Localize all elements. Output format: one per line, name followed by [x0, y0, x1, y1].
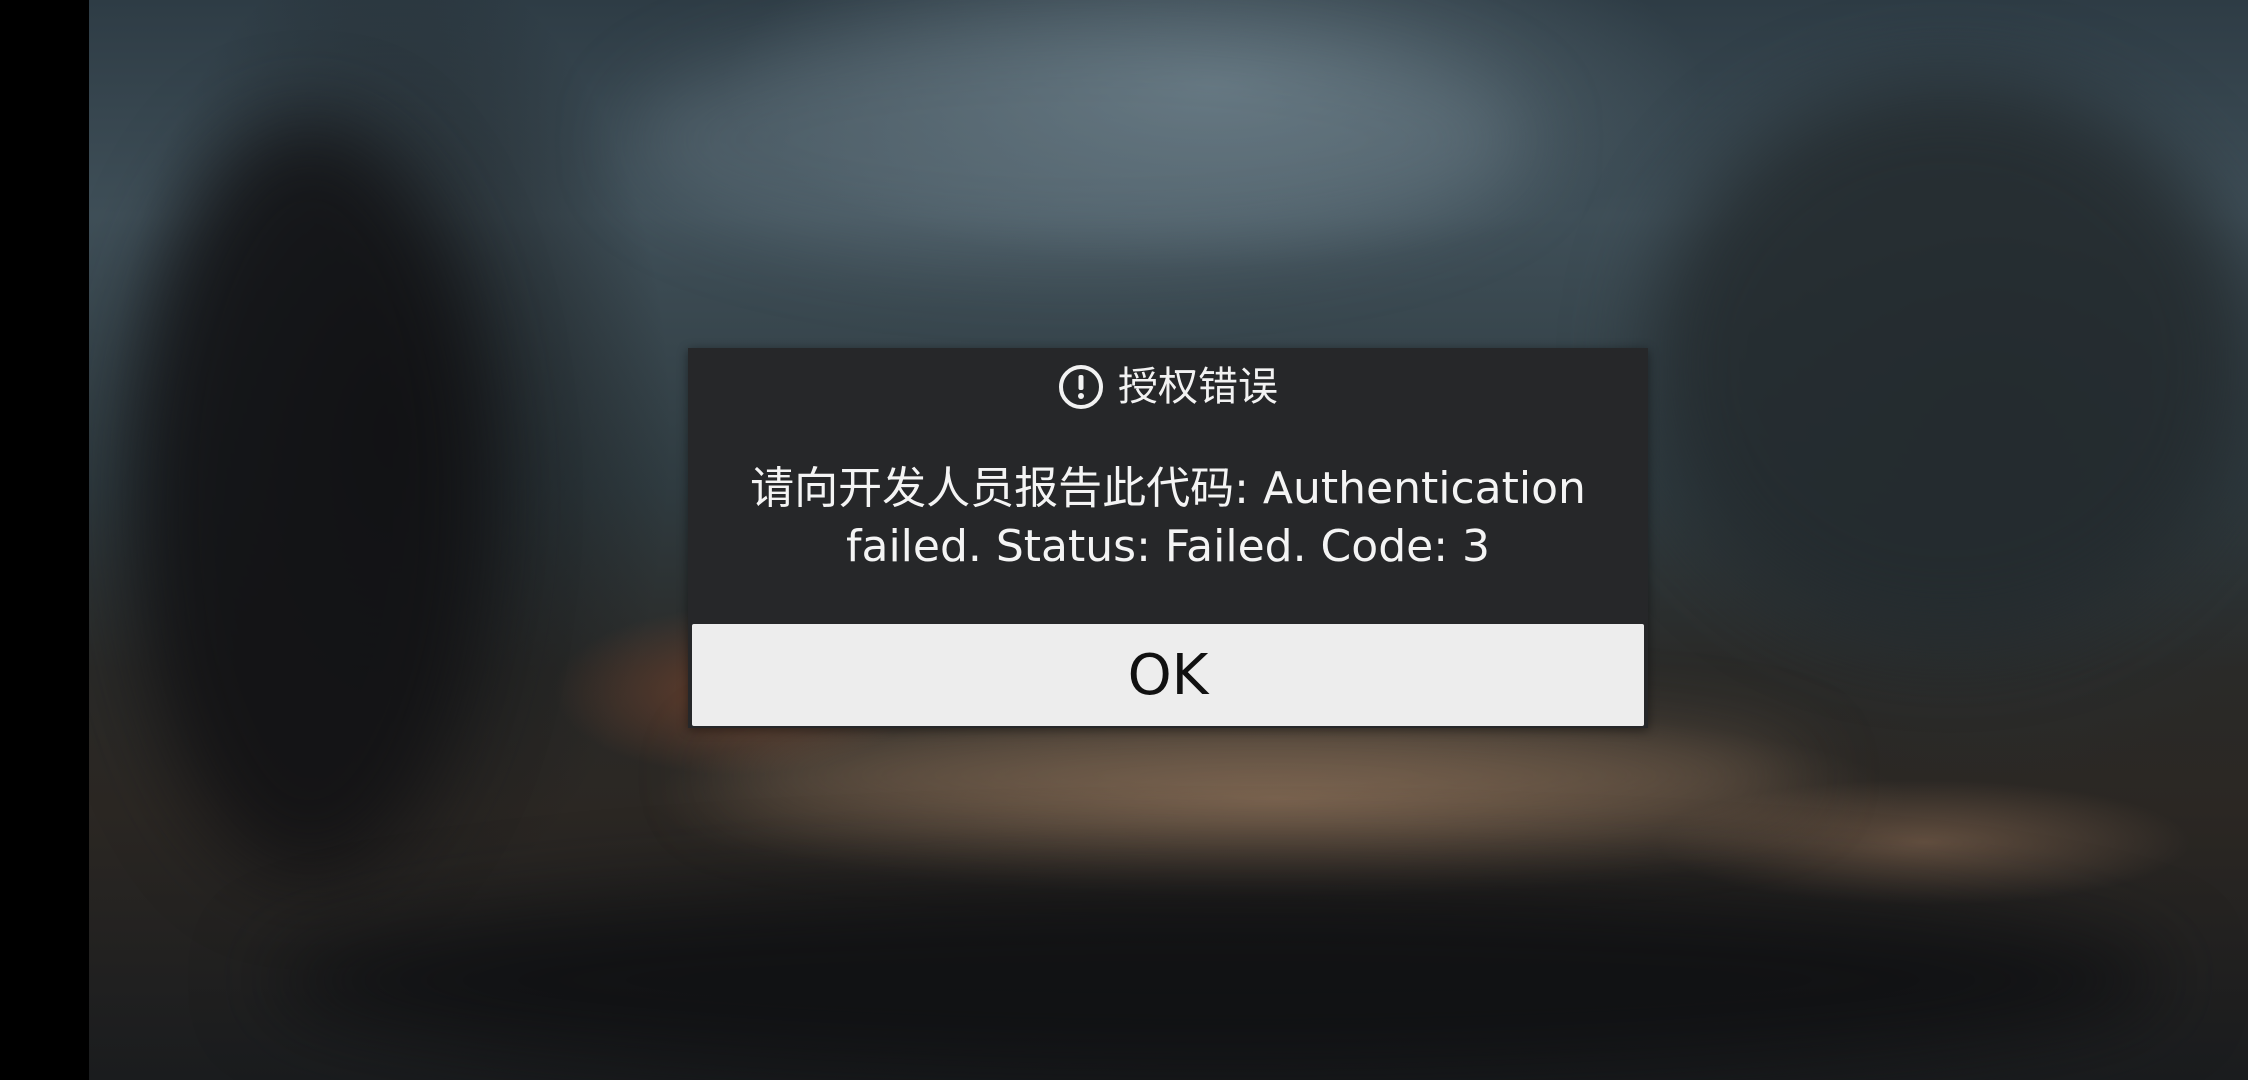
background-shape	[709, 720, 1809, 830]
ok-button[interactable]: OK	[692, 624, 1644, 726]
background-shape	[129, 120, 489, 880]
auth-error-dialog: 授权错误 请向开发人员报告此代码: Authentication failed.…	[688, 348, 1648, 728]
dialog-message: 请向开发人员报告此代码: Authentication failed. Stat…	[750, 463, 1586, 572]
left-black-bar	[0, 0, 89, 1080]
dialog-header: 授权错误	[688, 362, 1648, 412]
screen: 授权错误 请向开发人员报告此代码: Authentication failed.…	[0, 0, 2248, 1080]
alert-circle-icon	[1058, 364, 1104, 410]
background-shape	[269, 880, 2169, 1080]
dialog-title: 授权错误	[1118, 364, 1278, 410]
background-shape	[629, 20, 1529, 260]
ok-button-label: OK	[1127, 642, 1209, 708]
background-shape	[1649, 80, 2248, 640]
